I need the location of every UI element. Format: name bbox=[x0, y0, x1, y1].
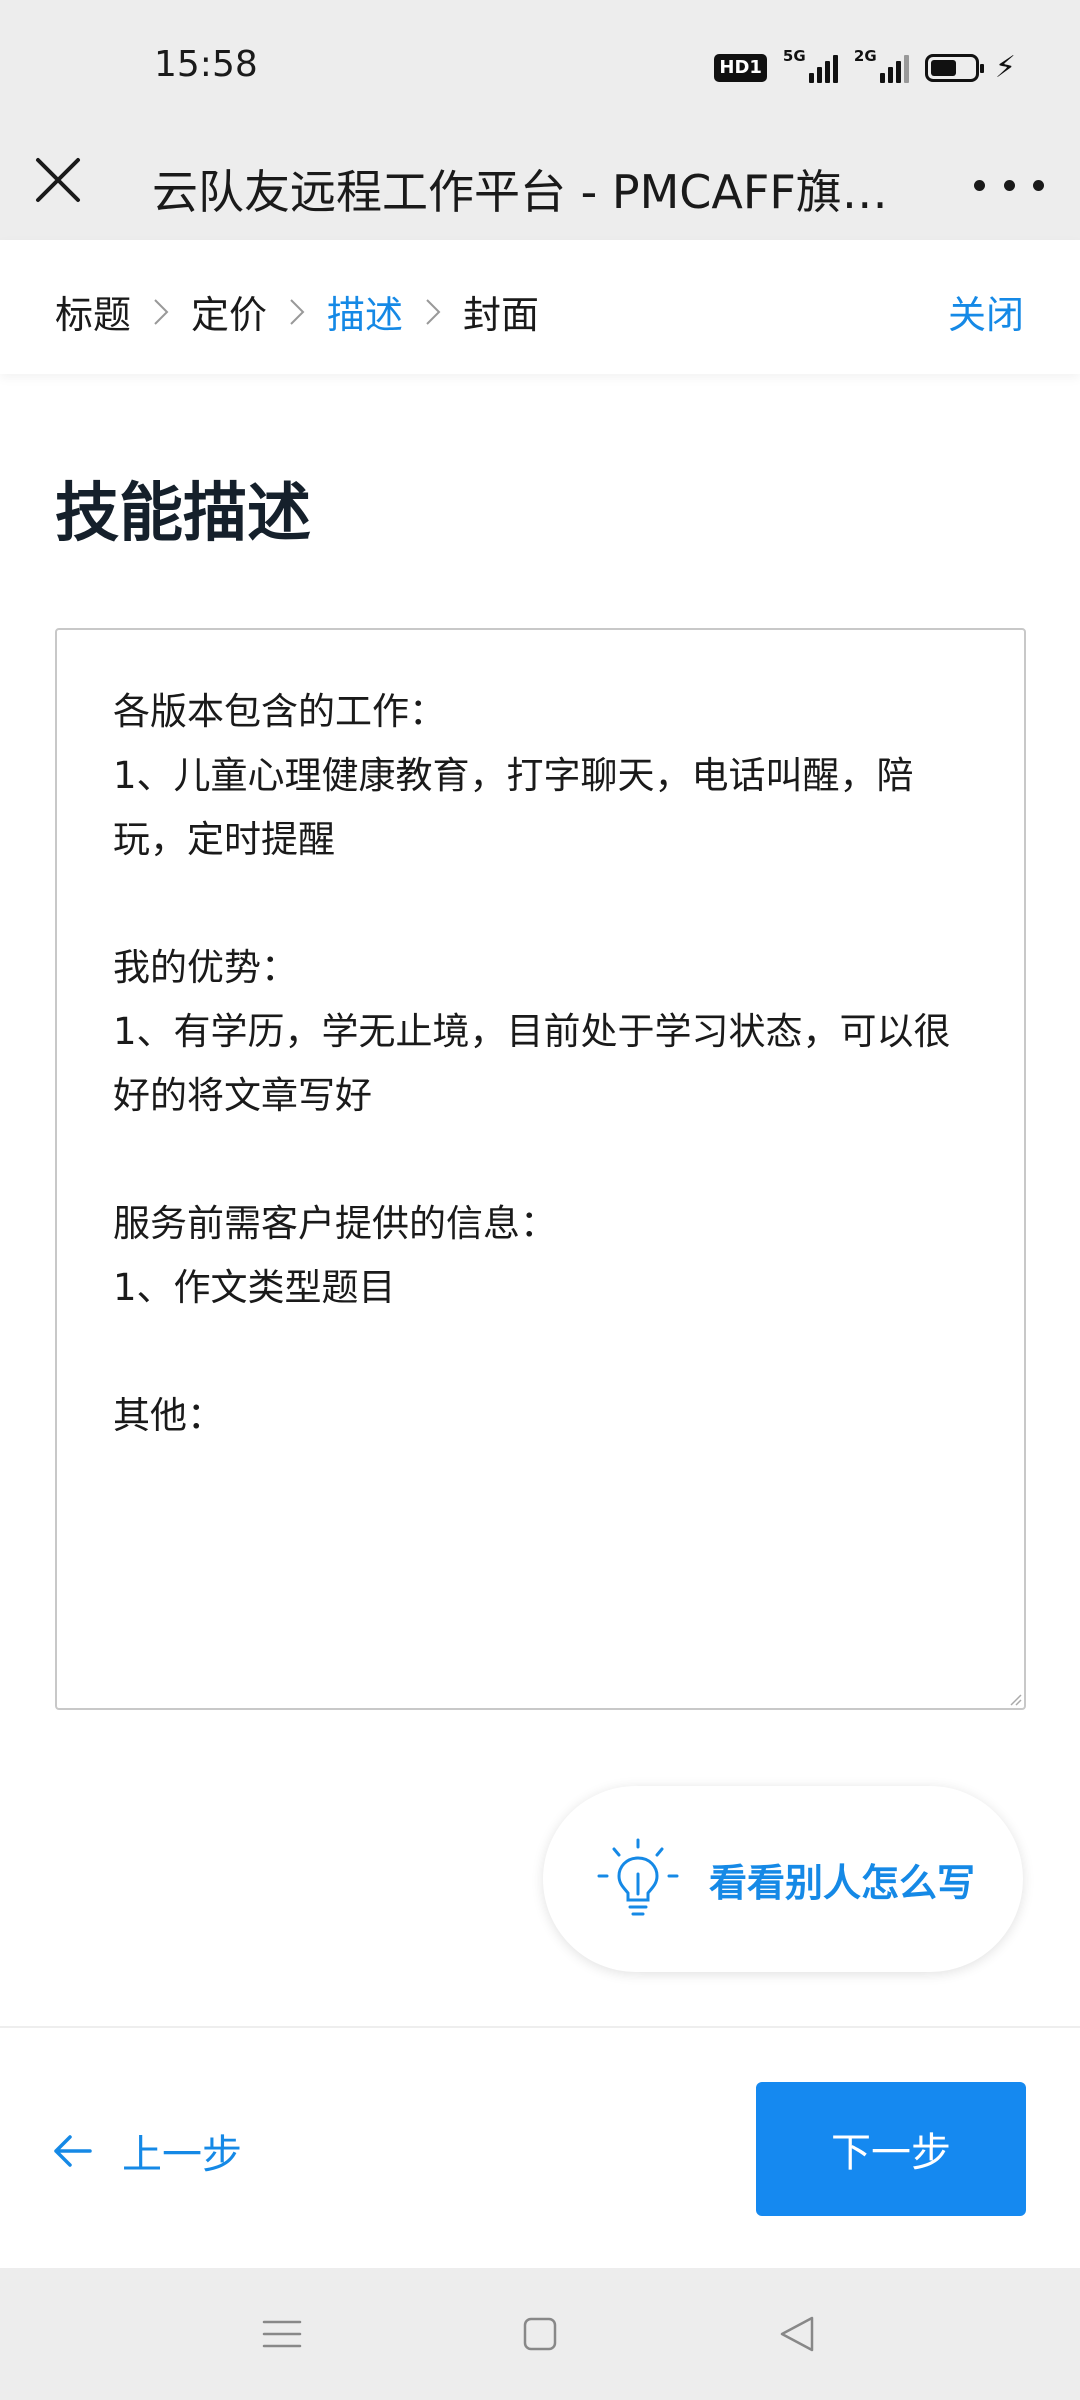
battery-fill bbox=[930, 60, 957, 76]
description-textarea[interactable]: 各版本包含的工作： 1、儿童心理健康教育，打字聊天，电话叫醒，陪 玩，定时提醒 … bbox=[55, 628, 1026, 1710]
signal-2g-icon: 2G bbox=[854, 47, 909, 83]
menu-icon[interactable] bbox=[258, 2310, 306, 2358]
description-line: 其他： bbox=[113, 1394, 224, 1437]
description-line bbox=[113, 1320, 968, 1384]
prev-step-label: 上一步 bbox=[122, 2132, 242, 2178]
back-icon[interactable] bbox=[774, 2310, 822, 2358]
see-others-label: 看看别人怎么写 bbox=[709, 1860, 976, 1905]
description-line: 1、作文类型题目 bbox=[113, 1266, 396, 1309]
hd-icon: HD1 bbox=[714, 54, 767, 82]
status-bar: 15:58 HD1 5G 2G ⚡ bbox=[0, 0, 1080, 130]
description-line: 各版本包含的工作： bbox=[113, 690, 446, 733]
description-line: 1、有学历，学无止境，目前处于学习状态，可以很 bbox=[113, 1010, 951, 1053]
step-title[interactable]: 标题 bbox=[55, 284, 131, 339]
step-pricing[interactable]: 定价 bbox=[191, 284, 267, 339]
description-line bbox=[113, 872, 968, 936]
charging-icon: ⚡ bbox=[994, 50, 1016, 85]
breadcrumb: 标题 定价 描述 封面 bbox=[55, 284, 539, 339]
next-step-button[interactable]: 下一步 bbox=[756, 2082, 1026, 2216]
system-nav-bar bbox=[0, 2268, 1080, 2400]
close-link[interactable]: 关闭 bbox=[948, 284, 1024, 339]
status-time: 15:58 bbox=[154, 44, 258, 85]
chevron-right-icon bbox=[403, 289, 463, 335]
description-line: 我的优势： bbox=[113, 946, 298, 989]
close-icon[interactable] bbox=[30, 152, 90, 212]
title-bar: 云队友远程工作平台 - PMCAFF旗下… bbox=[0, 130, 1080, 240]
description-line: 服务前需客户提供的信息： bbox=[113, 1202, 557, 1245]
signal-5g-label: 5G bbox=[782, 47, 806, 65]
more-icon[interactable] bbox=[974, 160, 1044, 210]
home-icon[interactable] bbox=[516, 2310, 564, 2358]
resize-handle-icon[interactable] bbox=[1008, 1692, 1022, 1706]
footer-divider bbox=[0, 2026, 1080, 2028]
lightbulb-icon bbox=[597, 1838, 679, 1916]
description-line: 好的将文章写好 bbox=[113, 1074, 372, 1117]
see-others-button[interactable]: 看看别人怎么写 bbox=[543, 1786, 1023, 1972]
signal-2g-label: 2G bbox=[853, 47, 877, 65]
steps-nav: 标题 定价 描述 封面 关闭 bbox=[0, 240, 1080, 374]
chevron-right-icon bbox=[267, 289, 327, 335]
description-line: 1、儿童心理健康教育，打字聊天，电话叫醒，陪 bbox=[113, 754, 914, 797]
description-line bbox=[113, 1128, 968, 1192]
signal-5g-icon: 5G bbox=[783, 47, 838, 83]
step-cover[interactable]: 封面 bbox=[463, 284, 539, 339]
page-title: 技能描述 bbox=[55, 477, 311, 551]
prev-step-button[interactable]: 上一步 bbox=[50, 2118, 242, 2184]
page-window-title: 云队友远程工作平台 - PMCAFF旗下… bbox=[152, 165, 912, 219]
battery-icon bbox=[924, 54, 984, 82]
status-icons: HD1 5G 2G ⚡ bbox=[714, 47, 1016, 86]
description-line: 玩，定时提醒 bbox=[113, 818, 335, 861]
chevron-right-icon bbox=[131, 289, 191, 335]
step-description[interactable]: 描述 bbox=[327, 284, 403, 339]
arrow-left-icon bbox=[54, 2135, 92, 2167]
